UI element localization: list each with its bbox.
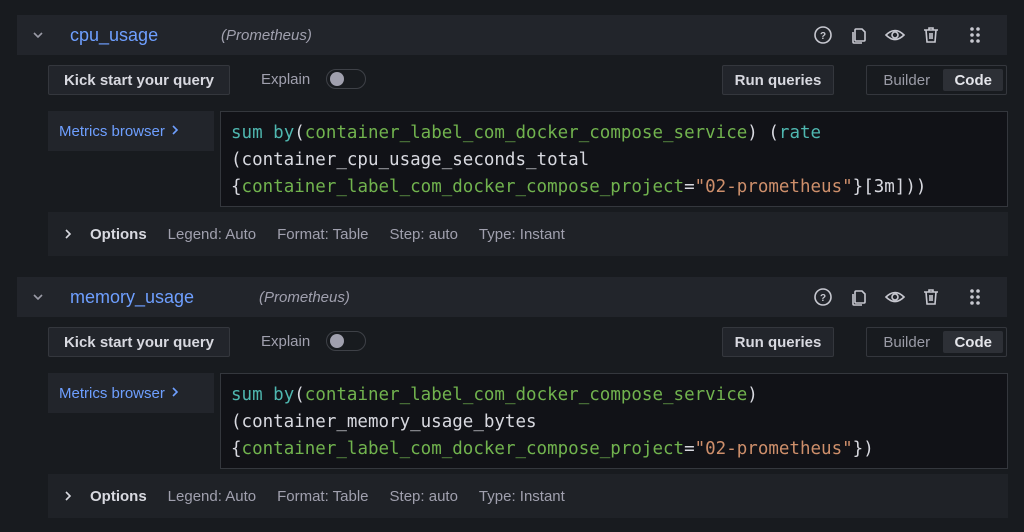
run-queries-button[interactable]: Run queries — [722, 327, 834, 357]
query-token: (container_cpu_usage_seconds_total — [231, 150, 590, 170]
question-circle-icon[interactable]: ? — [805, 277, 841, 317]
copy-icon[interactable] — [841, 15, 877, 55]
query-line: sum by(container_label_com_docker_compos… — [231, 120, 997, 147]
metrics-browser-label: Metrics browser — [59, 122, 165, 140]
option-format: Format: Table — [277, 487, 369, 505]
trash-icon[interactable] — [913, 15, 949, 55]
kick-start-button[interactable]: Kick start your query — [48, 65, 230, 95]
question-circle-icon[interactable]: ? — [805, 15, 841, 55]
drag-handle-icon[interactable] — [957, 277, 993, 317]
datasource-label: (Prometheus) — [221, 26, 312, 44]
query-token: (container_memory_usage_bytes — [231, 412, 537, 432]
mode-builder[interactable]: Builder — [870, 69, 943, 91]
toggle-knob — [330, 72, 344, 86]
query-token: container_label_com_docker_compose_proje… — [241, 177, 685, 197]
editor-row: Metrics browser sum by(container_label_c… — [17, 111, 1008, 207]
query-editor[interactable]: sum by(container_label_com_docker_compos… — [220, 373, 1008, 469]
chevron-down-icon[interactable] — [31, 28, 45, 42]
query-token: ) ( — [747, 123, 779, 143]
query-line: (container_cpu_usage_seconds_total — [231, 147, 997, 174]
query-token: sum — [231, 123, 263, 143]
options-title: Options — [90, 225, 147, 243]
mode-code[interactable]: Code — [943, 69, 1003, 91]
editor-mode-toggle: Builder Code — [866, 327, 1007, 357]
explain-toggle[interactable] — [326, 69, 366, 89]
option-type: Type: Instant — [478, 225, 565, 243]
eye-icon[interactable] — [877, 15, 913, 55]
query-toolbar: Kick start your query Explain Run querie… — [17, 65, 1007, 105]
query-token: sum — [231, 385, 263, 405]
svg-text:?: ? — [820, 293, 826, 304]
mode-builder[interactable]: Builder — [870, 331, 943, 353]
query-actions: ? — [805, 277, 993, 317]
toggle-knob — [330, 334, 344, 348]
query-token: ( — [294, 385, 305, 405]
svg-text:?: ? — [820, 31, 826, 42]
query-token: container_label_com_docker_compose_servi… — [304, 385, 748, 405]
query-token: { — [231, 439, 242, 459]
query-token: by — [273, 123, 295, 143]
query-toolbar: Kick start your query Explain Run querie… — [17, 327, 1007, 367]
datasource-label: (Prometheus) — [259, 288, 350, 306]
query-token: ( — [294, 123, 305, 143]
chevron-right-icon — [171, 385, 179, 402]
query-header: cpu_usage (Prometheus) ? — [17, 15, 1007, 55]
query-name[interactable]: memory_usage — [70, 287, 194, 308]
query-actions: ? — [805, 15, 993, 55]
query-token: "02-prometheus" — [694, 439, 853, 459]
query-token: "02-prometheus" — [694, 177, 853, 197]
chevron-down-icon[interactable] — [31, 290, 45, 304]
metrics-browser-button[interactable]: Metrics browser — [48, 373, 214, 413]
drag-handle-icon[interactable] — [957, 15, 993, 55]
query-token: }) — [852, 439, 874, 459]
query-line: sum by(container_label_com_docker_compos… — [231, 382, 997, 409]
mode-code[interactable]: Code — [943, 331, 1003, 353]
query-line: {container_label_com_docker_compose_proj… — [231, 436, 997, 463]
editor-row: Metrics browser sum by(container_label_c… — [17, 373, 1008, 469]
chevron-right-icon — [171, 123, 179, 140]
query-line: (container_memory_usage_bytes — [231, 409, 997, 436]
metrics-browser-label: Metrics browser — [59, 384, 165, 402]
trash-icon[interactable] — [913, 277, 949, 317]
options-title: Options — [90, 487, 147, 505]
chevron-right-icon — [64, 228, 76, 240]
kick-start-button[interactable]: Kick start your query — [48, 327, 230, 357]
option-type: Type: Instant — [478, 487, 565, 505]
query-token — [263, 385, 274, 405]
editor-mode-toggle: Builder Code — [866, 65, 1007, 95]
query-token: { — [231, 177, 242, 197]
query-token — [263, 123, 274, 143]
metrics-browser-button[interactable]: Metrics browser — [48, 111, 214, 151]
query-token: ) — [747, 385, 758, 405]
query-row-cpu-usage: cpu_usage (Prometheus) ? Kick start your… — [17, 15, 1008, 256]
eye-icon[interactable] — [877, 277, 913, 317]
query-token: container_label_com_docker_compose_servi… — [304, 123, 748, 143]
query-editor[interactable]: sum by(container_label_com_docker_compos… — [220, 111, 1008, 207]
query-token: container_label_com_docker_compose_proje… — [241, 439, 685, 459]
option-format: Format: Table — [277, 225, 369, 243]
query-options-row[interactable]: Options Legend: Auto Format: Table Step:… — [48, 474, 1008, 518]
option-legend: Legend: Auto — [167, 225, 257, 243]
query-token: by — [273, 385, 295, 405]
query-options-row[interactable]: Options Legend: Auto Format: Table Step:… — [48, 212, 1008, 256]
query-token: = — [684, 439, 695, 459]
option-step: Step: auto — [389, 487, 458, 505]
query-token: rate — [778, 123, 822, 143]
explain-toggle[interactable] — [326, 331, 366, 351]
option-legend: Legend: Auto — [167, 487, 257, 505]
option-step: Step: auto — [389, 225, 458, 243]
query-name[interactable]: cpu_usage — [70, 25, 158, 46]
query-row-memory-usage: memory_usage (Prometheus) ? Kick start y… — [17, 277, 1008, 518]
query-header: memory_usage (Prometheus) ? — [17, 277, 1007, 317]
copy-icon[interactable] — [841, 277, 877, 317]
query-line: {container_label_com_docker_compose_proj… — [231, 174, 997, 201]
chevron-right-icon — [64, 490, 76, 502]
query-token: }[3m])) — [852, 177, 927, 197]
explain-label: Explain — [261, 333, 311, 350]
run-queries-button[interactable]: Run queries — [722, 65, 834, 95]
explain-label: Explain — [261, 71, 311, 88]
query-token: = — [684, 177, 695, 197]
